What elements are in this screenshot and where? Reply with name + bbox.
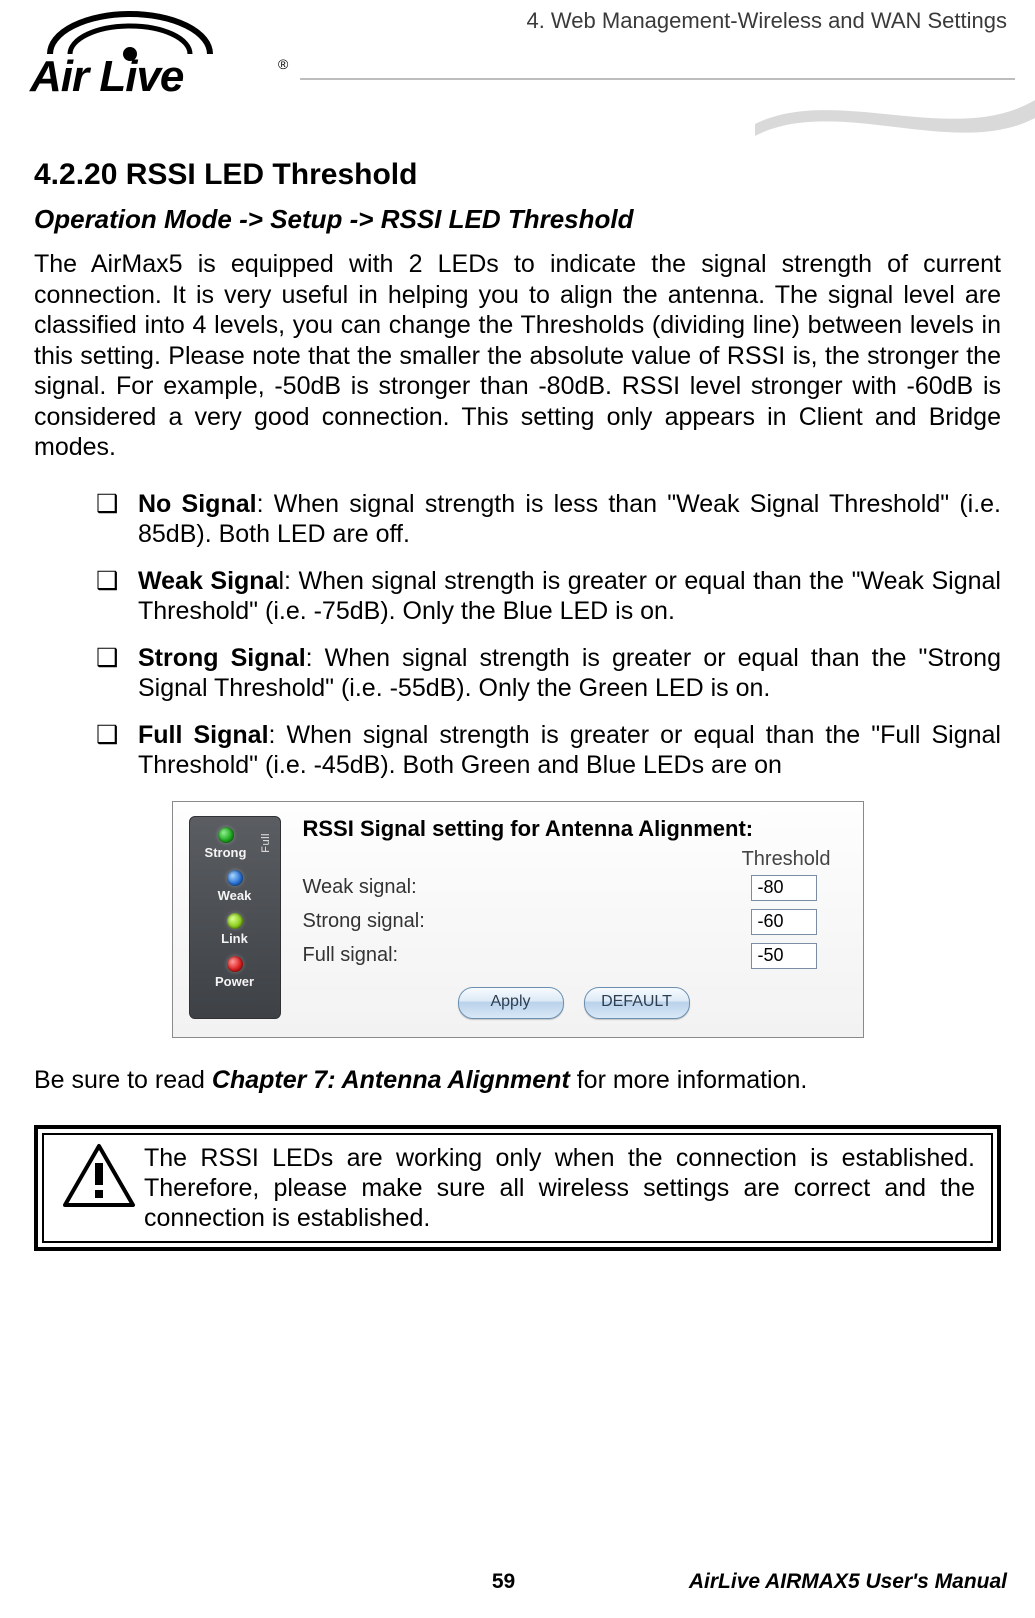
- led-strong-label: Strong: [205, 845, 247, 860]
- manual-title: AirLive AIRMAX5 User's Manual: [689, 1570, 1007, 1594]
- list-item: No Signal: When signal strength is less …: [96, 489, 1001, 550]
- logo-text: Air Live: [30, 52, 183, 102]
- led-strong-icon: [218, 827, 234, 843]
- section-heading: 4.2.20 RSSI LED Threshold: [34, 158, 1001, 192]
- row-label: Strong signal:: [303, 910, 737, 933]
- term: Full Signal: [138, 721, 269, 749]
- header-rule: [300, 78, 1015, 80]
- chapter-reference: Chapter 7: Antenna Alignment: [212, 1066, 570, 1094]
- led-link-label: Link: [221, 931, 248, 946]
- term: No Signal: [138, 490, 257, 518]
- intro-paragraph: The AirMax5 is equipped with 2 LEDs to i…: [34, 249, 1001, 463]
- apply-button[interactable]: Apply: [458, 987, 564, 1019]
- closing-pre: Be sure to read: [34, 1066, 212, 1094]
- row-label: Weak signal:: [303, 876, 737, 899]
- header-wave: [755, 90, 1035, 140]
- led-full-text: Full: [260, 833, 272, 853]
- led-column: Full Strong Weak Link: [189, 816, 281, 1019]
- led-weak-icon: [227, 870, 243, 886]
- breadcrumb: Operation Mode -> Setup -> RSSI LED Thre…: [34, 204, 1001, 235]
- warning-icon: [54, 1143, 144, 1219]
- list-item: Full Signal: When signal strength is gre…: [96, 720, 1001, 781]
- closing-line: Be sure to read Chapter 7: Antenna Align…: [34, 1066, 1001, 1095]
- term: Strong Signal: [138, 644, 306, 672]
- screenshot-panel: Full Strong Weak Link: [172, 801, 864, 1038]
- led-row-power: Power: [198, 956, 272, 989]
- bullet-list: No Signal: When signal strength is less …: [34, 489, 1001, 781]
- warning-text: The RSSI LEDs are working only when the …: [144, 1143, 975, 1233]
- list-item: Strong Signal: When signal strength is g…: [96, 643, 1001, 704]
- brand-logo: Air Live ®: [30, 10, 300, 115]
- closing-post: for more information.: [570, 1066, 808, 1094]
- chapter-title: 4. Web Management-Wireless and WAN Setti…: [526, 8, 1007, 34]
- led-power-icon: [227, 956, 243, 972]
- led-row-strong: Full Strong: [198, 827, 272, 860]
- warning-box: The RSSI LEDs are working only when the …: [34, 1125, 1001, 1251]
- term-text: : When signal strength is less than "Wea…: [138, 490, 1001, 549]
- led-link-icon: [227, 913, 243, 929]
- warning-inner: The RSSI LEDs are working only when the …: [42, 1133, 993, 1243]
- page-footer: 59 AirLive AIRMAX5 User's Manual: [0, 1570, 1007, 1600]
- rssi-title: RSSI Signal setting for Antenna Alignmen…: [303, 816, 845, 842]
- content: 4.2.20 RSSI LED Threshold Operation Mode…: [34, 158, 1001, 1261]
- page-header: Air Live ® 4. Web Management-Wireless an…: [0, 0, 1035, 140]
- logo-registered: ®: [278, 56, 288, 72]
- threshold-header: Threshold: [303, 848, 845, 871]
- strong-threshold-input[interactable]: [751, 909, 817, 935]
- row-label: Full signal:: [303, 944, 737, 967]
- threshold-grid: Weak signal: Strong signal: Full signal:: [303, 875, 845, 969]
- weak-threshold-input[interactable]: [751, 875, 817, 901]
- page: Air Live ® 4. Web Management-Wireless an…: [0, 0, 1035, 1618]
- led-power-label: Power: [215, 974, 254, 989]
- rssi-form: RSSI Signal setting for Antenna Alignmen…: [281, 816, 845, 1019]
- full-threshold-input[interactable]: [751, 943, 817, 969]
- default-button[interactable]: DEFAULT: [584, 987, 690, 1019]
- rssi-panel: Full Strong Weak Link: [172, 801, 864, 1038]
- led-weak-label: Weak: [218, 888, 252, 903]
- list-item: Weak Signal: When signal strength is gre…: [96, 566, 1001, 627]
- button-row: Apply DEFAULT: [303, 987, 845, 1019]
- led-row-weak: Weak: [198, 870, 272, 903]
- term: Weak Signa: [138, 567, 278, 595]
- led-row-link: Link: [198, 913, 272, 946]
